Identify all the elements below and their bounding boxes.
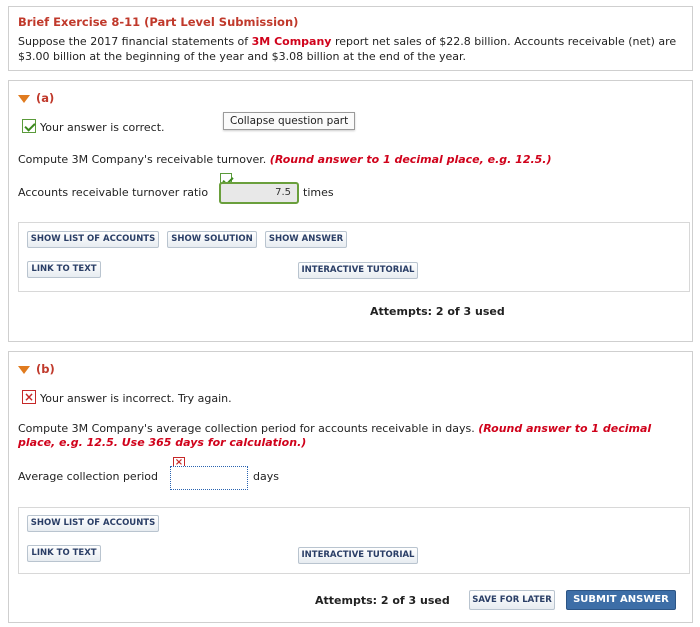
problem-intro-panel: Brief Exercise 8-11 (Part Level Submissi… [8,6,693,71]
question-b-prompt: Compute 3M Company's average collection … [18,422,479,435]
part-b-toggle[interactable]: (b) [18,362,55,376]
save-for-later-button[interactable]: SAVE FOR LATER [469,590,555,610]
part-a-label: (a) [36,91,55,105]
interactive-tutorial-button[interactable]: INTERACTIVE TUTORIAL [298,547,418,564]
show-list-of-accounts-button[interactable]: SHOW LIST OF ACCOUNTS [27,515,159,532]
question-b-hint-2: place, e.g. 12.5. Use 365 days for calcu… [18,436,307,449]
turnover-unit: times [303,186,334,199]
question-b-hint-1: (Round answer to 1 decimal [478,422,652,435]
question-a-prompt: Compute 3M Company's receivable turnover… [18,153,270,166]
collection-period-input[interactable] [170,466,248,490]
part-b-label: (b) [36,362,55,376]
show-answer-button[interactable]: SHOW ANSWER [265,231,347,248]
collapse-triangle-icon [18,365,30,374]
collapse-tooltip: Collapse question part [223,112,356,130]
part-a-tools: SHOW LIST OF ACCOUNTS SHOW SOLUTION SHOW… [18,222,690,292]
collapse-triangle-icon [18,94,30,103]
show-solution-button[interactable]: SHOW SOLUTION [167,231,257,248]
collection-period-label: Average collection period [18,470,158,483]
correct-check-icon [22,119,36,133]
collection-period-unit: days [253,470,279,483]
link-to-text-button[interactable]: LINK TO TEXT [27,261,101,278]
problem-text-part: report net sales of $22.8 billion. Accou… [331,35,677,48]
problem-text-line2: $3.00 billion at the beginning of the ye… [18,50,466,63]
submit-answer-button[interactable]: SUBMIT ANSWER [566,590,676,610]
part-a-toggle[interactable]: (a) [18,91,54,105]
company-name: 3M Company [251,35,332,48]
turnover-field-label: Accounts receivable turnover ratio [18,186,209,199]
question-a-hint: (Round answer to 1 decimal place, e.g. 1… [269,153,552,166]
turnover-ratio-input[interactable]: 7.5 [219,182,299,204]
incorrect-x-icon: × [22,390,36,404]
link-to-text-button[interactable]: LINK TO TEXT [27,545,101,562]
attempts-counter-a: Attempts: 2 of 3 used [370,305,505,318]
question-part-a: (a) Your answer is correct. Collapse que… [8,80,693,342]
interactive-tutorial-button[interactable]: INTERACTIVE TUTORIAL [298,262,418,279]
part-b-tools: SHOW LIST OF ACCOUNTS LINK TO TEXT INTER… [18,507,690,574]
status-correct-text: Your answer is correct. [40,121,165,134]
problem-text-line1: Suppose the 2017 financial statements of… [18,35,676,48]
show-list-of-accounts-button[interactable]: SHOW LIST OF ACCOUNTS [27,231,159,248]
status-incorrect-text: Your answer is incorrect. Try again. [40,392,232,405]
question-part-b: (b) × Your answer is incorrect. Try agai… [8,351,693,623]
question-b-text-line1: Compute 3M Company's average collection … [18,422,651,435]
question-a-text: Compute 3M Company's receivable turnover… [18,153,552,166]
exercise-title: Brief Exercise 8-11 (Part Level Submissi… [18,15,299,29]
attempts-counter-b: Attempts: 2 of 3 used [315,594,450,607]
problem-text-part: Suppose the 2017 financial statements of [18,35,252,48]
